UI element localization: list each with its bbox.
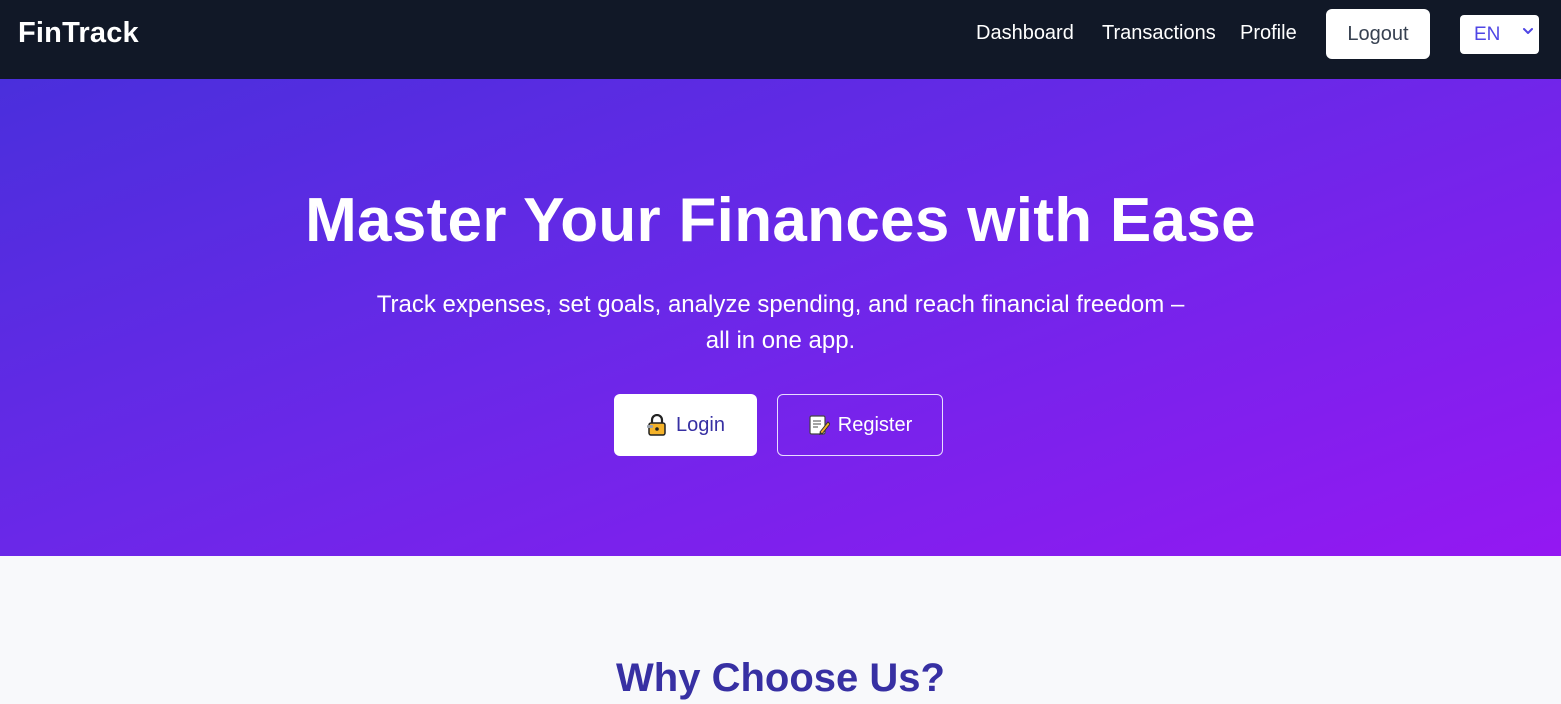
- lock-key-icon: [647, 414, 666, 436]
- register-button-label: Register: [837, 413, 913, 436]
- hero-title: Master Your Finances with Ease: [305, 186, 1256, 255]
- language-selected-value: EN: [1474, 23, 1501, 45]
- language-select[interactable]: EN: [1460, 15, 1539, 54]
- hero-subtitle-line-2: all in one app.: [705, 327, 856, 354]
- hero-subtitle: Track expenses, set goals, analyze spend…: [360, 287, 1201, 359]
- nav-link-profile[interactable]: Profile: [1240, 22, 1297, 45]
- hero-section: Master Your Finances with Ease Track exp…: [0, 79, 1561, 556]
- login-button[interactable]: Login: [614, 394, 757, 456]
- register-button[interactable]: Register: [777, 394, 943, 456]
- hero-subtitle-line-1: Track expenses, set goals, analyze spend…: [376, 291, 1185, 318]
- chevron-down-icon: [1523, 28, 1533, 34]
- nav-link-transactions[interactable]: Transactions: [1102, 22, 1216, 45]
- nav-link-dashboard[interactable]: Dashboard: [976, 22, 1074, 45]
- logout-button[interactable]: Logout: [1326, 9, 1430, 59]
- memo-pencil-icon: [809, 415, 830, 435]
- features-title: Why Choose Us?: [616, 656, 945, 700]
- login-button-label: Login: [676, 413, 725, 436]
- navbar: FinTrack Dashboard Transactions Profile …: [0, 0, 1561, 79]
- features-section: Why Choose Us?: [0, 556, 1561, 704]
